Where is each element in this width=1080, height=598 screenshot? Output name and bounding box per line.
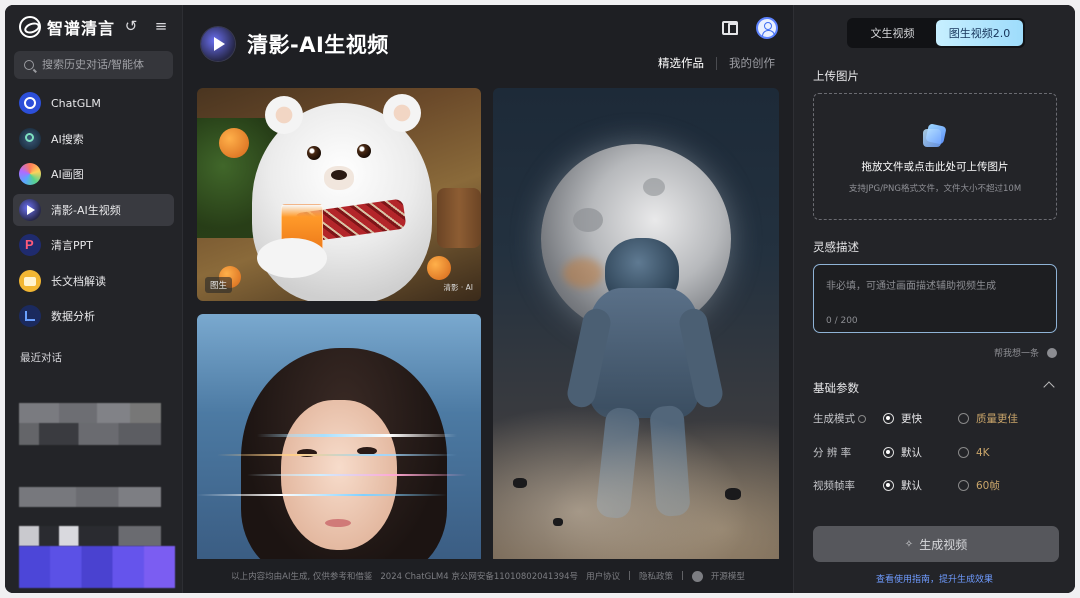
history-icon[interactable]: ↺ — [122, 17, 140, 35]
option-framerate-60[interactable]: 60帧 — [958, 478, 1033, 493]
ppt-icon: P — [19, 234, 41, 256]
footer-opensource[interactable]: 开源模型 — [711, 570, 745, 582]
image-upload-icon — [923, 125, 947, 147]
user-avatar[interactable] — [756, 17, 778, 39]
sidebar-item-label: ChatGLM — [51, 96, 101, 110]
mode-image-to-video[interactable]: 图生视频2.0 — [936, 20, 1023, 46]
app-window: 智谱清言 ↺ ≡ ChatGLM AI搜索 AI画图 — [5, 5, 1075, 593]
inspiration-heading: 灵感描述 — [813, 240, 859, 254]
radio-icon — [958, 413, 969, 424]
recent-conversation-blurred[interactable] — [19, 546, 175, 588]
brand-logo-icon — [19, 16, 41, 38]
recent-conversation-blurred[interactable] — [19, 526, 161, 546]
radio-icon — [883, 480, 894, 491]
recent-conversation-blurred[interactable] — [19, 403, 161, 445]
search-box[interactable] — [14, 51, 173, 79]
sidebar-item-label: 数据分析 — [51, 310, 95, 323]
sidebar-item-label: AI搜索 — [51, 132, 84, 146]
qingying-icon — [19, 198, 41, 221]
tab-divider — [716, 56, 717, 70]
option-quality[interactable]: 质量更佳 — [958, 411, 1033, 426]
sidebar-item-ai-search[interactable]: AI搜索 — [13, 123, 174, 155]
tab-my-creations[interactable]: 我的创作 — [729, 55, 775, 71]
upload-hint: 支持JPG/PNG格式文件，文件大小不超过10M — [848, 184, 1022, 194]
param-row-resolution: 分 辨 率 默认 4K — [813, 445, 1033, 460]
tab-featured[interactable]: 精选作品 — [658, 55, 704, 71]
ai-search-icon — [19, 127, 41, 150]
sidebar-item-label: AI画图 — [51, 168, 84, 181]
sidebar-item-ai-draw[interactable]: AI画图 — [13, 158, 174, 190]
page-title: 清影-AI生视频 — [247, 33, 389, 57]
chevron-up-icon[interactable] — [1043, 381, 1055, 393]
mode-text-to-video[interactable]: 文生视频 — [849, 20, 936, 46]
param-label: 视频帧率 — [813, 480, 855, 492]
recent-conversations-heading: 最近对话 — [20, 351, 62, 364]
footer-agreement[interactable]: 用户协议 — [586, 570, 620, 582]
inspiration-input[interactable] — [826, 277, 1044, 307]
main-content: 清影-AI生视频 精选作品 我的创作 图生 清影 · AI 以上内容均由AI生成… — [183, 5, 793, 593]
param-label: 生成模式 — [813, 411, 883, 426]
option-resolution-default[interactable]: 默认 — [883, 445, 958, 460]
sidebar-item-data-analysis[interactable]: 数据分析 — [13, 300, 174, 332]
upload-heading: 上传图片 — [813, 69, 859, 83]
inspiration-box: 0 / 200 — [813, 264, 1057, 333]
suggest-prompt-button[interactable]: 帮我想一条 — [994, 346, 1057, 359]
card-tag: 图生 — [205, 277, 233, 293]
gallery-tabs: 精选作品 我的创作 — [658, 55, 775, 71]
sidebar-item-long-doc[interactable]: 长文档解读 — [13, 265, 174, 297]
search-input[interactable] — [42, 59, 167, 71]
usage-guide-link[interactable]: 查看使用指南，提升生成效果 — [794, 572, 1075, 585]
params-heading: 基础参数 — [813, 381, 859, 395]
image-upload-dropzone[interactable]: 拖放文件或点击此处可上传图片 支持JPG/PNG格式文件，文件大小不超过10M — [813, 93, 1057, 220]
search-icon — [24, 60, 34, 70]
sidebar-item-ppt[interactable]: P 清言PPT — [13, 229, 174, 261]
collapse-sidebar-icon[interactable]: ≡ — [152, 17, 170, 35]
gallery-card-bear[interactable]: 图生 清影 · AI — [197, 88, 481, 301]
param-row-framerate: 视频帧率 默认 60帧 — [813, 478, 1033, 493]
chatglm-icon — [19, 92, 41, 114]
radio-icon — [883, 447, 894, 458]
footer: 以上内容均由AI生成, 仅供参考和借鉴 2024 ChatGLM4 京公网安备1… — [183, 559, 793, 593]
card-watermark: 清影 · AI — [443, 283, 474, 292]
option-framerate-default[interactable]: 默认 — [883, 478, 958, 493]
param-row-mode: 生成模式 更快 质量更佳 — [813, 411, 1033, 426]
mode-switch: 文生视频 图生视频2.0 — [847, 18, 1025, 48]
brand-name: 智谱清言 — [47, 19, 116, 38]
info-icon[interactable] — [858, 415, 866, 423]
generate-label: 生成视频 — [919, 537, 968, 552]
radio-icon — [958, 447, 969, 458]
ai-draw-icon — [19, 163, 41, 185]
github-icon — [691, 570, 703, 582]
upload-instruction: 拖放文件或点击此处可上传图片 — [861, 161, 1009, 173]
suggest-prompt-label: 帮我想一条 — [993, 349, 1039, 359]
sidebar-item-label: 长文档解读 — [51, 274, 106, 288]
param-label: 分 辨 率 — [813, 447, 852, 459]
gallery-card-astronaut[interactable] — [493, 88, 779, 564]
char-count: 0 / 200 — [826, 316, 858, 326]
sparkle-icon: ✧ — [904, 538, 914, 550]
sidebar-item-label: 清影-AI生视频 — [51, 203, 121, 217]
dice-icon — [1047, 347, 1057, 358]
footer-disclaimer: 以上内容均由AI生成, 仅供参考和借鉴 — [231, 572, 373, 582]
footer-privacy[interactable]: 隐私政策 — [639, 570, 673, 582]
qingying-logo-icon — [201, 27, 235, 61]
recent-conversation-blurred[interactable] — [19, 487, 161, 507]
option-faster[interactable]: 更快 — [883, 411, 958, 426]
multi-device-icon[interactable] — [722, 21, 738, 35]
footer-icp[interactable]: 2024 ChatGLM4 京公网安备11010802041394号 — [380, 570, 578, 582]
long-doc-icon — [19, 269, 41, 292]
radio-icon — [883, 413, 894, 424]
sidebar-item-label: 清言PPT — [51, 239, 93, 252]
radio-icon — [958, 480, 969, 491]
gallery-card-portrait[interactable] — [197, 314, 481, 564]
sidebar: 智谱清言 ↺ ≡ ChatGLM AI搜索 AI画图 — [5, 5, 183, 593]
sidebar-item-chatglm[interactable]: ChatGLM — [13, 87, 174, 119]
data-analysis-icon — [19, 305, 41, 327]
option-resolution-4k[interactable]: 4K — [958, 447, 1033, 459]
sidebar-item-qingying[interactable]: 清影-AI生视频 — [13, 193, 174, 226]
sidebar-nav: ChatGLM AI搜索 AI画图 清影-AI生视频 P 清言PPT 长文档解读 — [5, 87, 182, 332]
generation-panel: 文生视频 图生视频2.0 上传图片 拖放文件或点击此处可上传图片 支持JPG/P… — [793, 5, 1075, 593]
generate-video-button[interactable]: ✧ 生成视频 — [813, 526, 1059, 562]
